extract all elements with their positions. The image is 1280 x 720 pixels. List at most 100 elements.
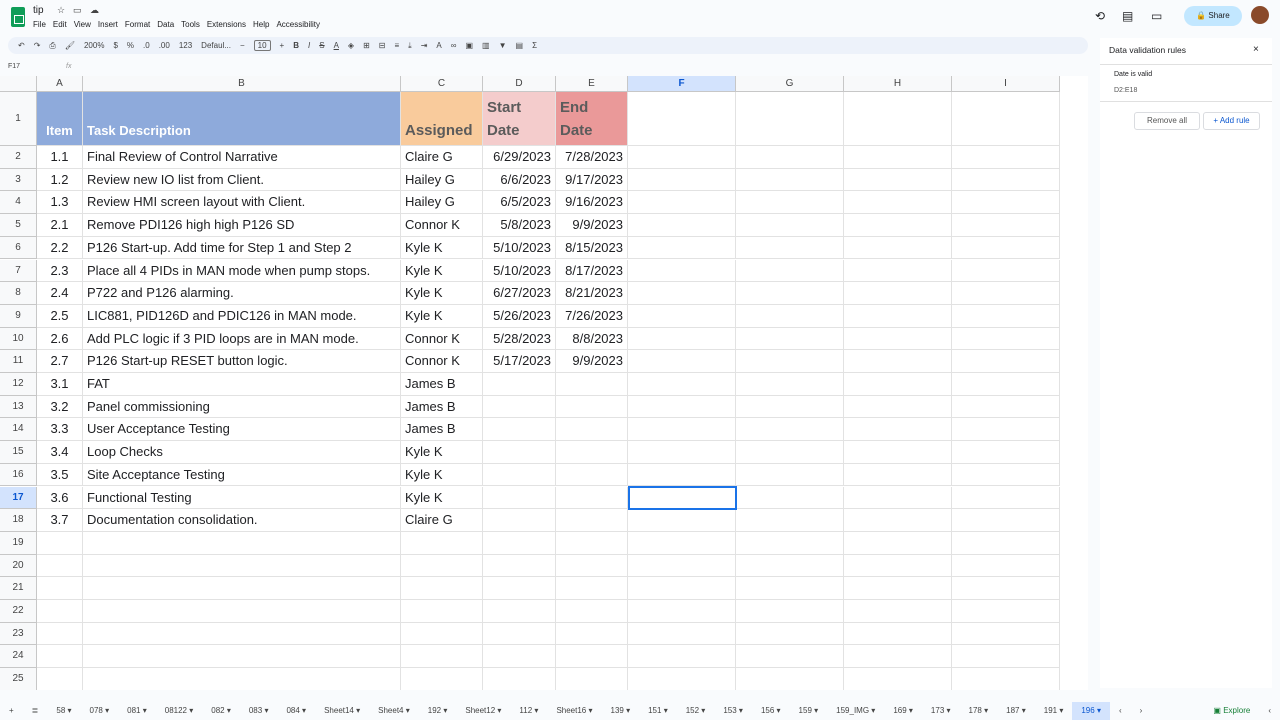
fill-color-icon[interactable]: ◈ xyxy=(348,41,354,50)
comments-icon[interactable]: ▤ xyxy=(1122,9,1133,23)
align-icon[interactable]: ≡ xyxy=(394,41,399,50)
end-date-cell[interactable]: 7/26/2023 xyxy=(556,304,628,328)
empty-cell[interactable] xyxy=(952,600,1060,623)
assigned-cell[interactable]: Connor K xyxy=(401,350,483,373)
header-cell-b[interactable]: Task Description xyxy=(83,92,401,146)
assigned-cell[interactable]: James B xyxy=(401,373,483,396)
spreadsheet-grid[interactable]: A B C D E F G H I 1 2 3 4 5 6 7 8 9 10 11 12 13 14 15 16 17 18 19 20… xyxy=(0,76,1088,690)
task-cell[interactable]: Final Review of Control Narrative xyxy=(83,146,401,169)
header-cell-c[interactable]: Assigned xyxy=(401,92,483,146)
empty-cell[interactable] xyxy=(952,304,1060,328)
explore-button[interactable]: ▣ Explore xyxy=(1204,702,1259,720)
end-date-cell[interactable] xyxy=(556,486,628,510)
empty-cell[interactable] xyxy=(844,622,952,646)
doc-title[interactable]: tip xyxy=(33,5,44,16)
menu-format[interactable]: Format xyxy=(125,20,150,29)
empty-cell[interactable] xyxy=(844,645,952,669)
number-format-button[interactable]: 123 xyxy=(179,41,192,50)
empty-cell[interactable] xyxy=(844,577,952,600)
move-folder-icon[interactable]: ▭ xyxy=(73,5,82,16)
empty-cell[interactable] xyxy=(844,236,952,260)
increase-decimal-button[interactable]: .00 xyxy=(159,41,170,50)
italic-button[interactable]: I xyxy=(308,41,310,50)
empty-cell[interactable] xyxy=(844,486,952,510)
sheet-tab[interactable]: 196 ▾ xyxy=(1072,702,1110,720)
row-header[interactable]: 1 xyxy=(0,92,37,146)
assigned-cell[interactable] xyxy=(401,622,483,646)
start-date-cell[interactable]: 5/10/2023 xyxy=(483,236,556,260)
end-date-cell[interactable] xyxy=(556,600,628,623)
assigned-cell[interactable] xyxy=(401,577,483,600)
menu-data[interactable]: Data xyxy=(157,20,174,29)
link-icon[interactable]: ∞ xyxy=(451,41,457,50)
empty-cell[interactable] xyxy=(628,191,736,215)
empty-cell[interactable] xyxy=(628,373,736,396)
task-cell[interactable]: Documentation consolidation. xyxy=(83,509,401,532)
font-size-decrease[interactable]: − xyxy=(240,41,245,50)
empty-cell[interactable] xyxy=(844,350,952,373)
assigned-cell[interactable]: Hailey G xyxy=(401,191,483,215)
assigned-cell[interactable]: Claire G xyxy=(401,509,483,532)
empty-cell[interactable] xyxy=(736,441,844,464)
item-cell[interactable]: 2.5 xyxy=(37,304,83,328)
end-date-cell[interactable] xyxy=(556,395,628,419)
start-date-cell[interactable] xyxy=(483,577,556,600)
end-date-cell[interactable] xyxy=(556,668,628,690)
empty-cell[interactable] xyxy=(952,327,1060,351)
rotate-icon[interactable]: A xyxy=(436,41,441,50)
empty-cell[interactable] xyxy=(952,577,1060,600)
empty-cell[interactable] xyxy=(736,577,844,600)
empty-cell[interactable] xyxy=(844,668,952,690)
end-date-cell[interactable] xyxy=(556,531,628,555)
empty-cell[interactable] xyxy=(952,418,1060,442)
task-cell[interactable]: Add PLC logic if 3 PID loops are in MAN … xyxy=(83,327,401,351)
share-button[interactable]: 🔒 Share xyxy=(1184,6,1242,26)
paint-format-icon[interactable]: 🖌 xyxy=(65,41,75,50)
empty-cell[interactable] xyxy=(628,214,736,237)
empty-cell[interactable] xyxy=(952,350,1060,373)
empty-cell[interactable] xyxy=(844,554,952,578)
chart-icon[interactable]: ▥ xyxy=(482,41,490,50)
empty-cell[interactable] xyxy=(628,509,736,532)
sheet-tab[interactable]: 159 ▾ xyxy=(790,702,828,720)
filter-icon[interactable]: ▼ xyxy=(499,41,507,50)
empty-cell[interactable] xyxy=(844,441,952,464)
assigned-cell[interactable]: Kyle K xyxy=(401,463,483,487)
start-date-cell[interactable]: 5/26/2023 xyxy=(483,304,556,328)
end-date-cell[interactable] xyxy=(556,463,628,487)
strikethrough-button[interactable]: S xyxy=(319,41,324,50)
column-header-g[interactable]: G xyxy=(736,76,844,92)
empty-cell[interactable] xyxy=(844,418,952,442)
empty-cell[interactable] xyxy=(736,214,844,237)
row-header[interactable]: 25 xyxy=(0,668,37,690)
empty-cell[interactable] xyxy=(628,645,736,669)
end-date-cell[interactable]: 8/15/2023 xyxy=(556,236,628,260)
end-date-cell[interactable] xyxy=(556,441,628,464)
row-header[interactable]: 19 xyxy=(0,531,37,555)
item-cell[interactable] xyxy=(37,622,83,646)
empty-cell[interactable] xyxy=(736,600,844,623)
column-header-h[interactable]: H xyxy=(844,76,952,92)
currency-button[interactable]: $ xyxy=(113,41,117,50)
sheet-tab[interactable]: 152 ▾ xyxy=(677,702,715,720)
empty-cell[interactable] xyxy=(628,327,736,351)
column-header-c[interactable]: C xyxy=(401,76,483,92)
start-date-cell[interactable]: 5/10/2023 xyxy=(483,259,556,283)
row-header[interactable]: 16 xyxy=(0,463,37,487)
empty-cell[interactable] xyxy=(952,146,1060,169)
start-date-cell[interactable]: 6/29/2023 xyxy=(483,146,556,169)
task-cell[interactable]: User Acceptance Testing xyxy=(83,418,401,442)
start-date-cell[interactable]: 5/17/2023 xyxy=(483,350,556,373)
sheet-tab[interactable]: Sheet16 ▾ xyxy=(547,702,601,720)
empty-cell[interactable] xyxy=(628,395,736,419)
empty-cell[interactable] xyxy=(628,168,736,192)
task-cell[interactable] xyxy=(83,668,401,690)
empty-cell[interactable] xyxy=(628,92,736,146)
row-header[interactable]: 18 xyxy=(0,509,37,532)
row-header[interactable]: 4 xyxy=(0,191,37,215)
start-date-cell[interactable] xyxy=(483,441,556,464)
row-header[interactable]: 22 xyxy=(0,600,37,623)
sheet-tab[interactable]: 178 ▾ xyxy=(960,702,998,720)
remove-all-button[interactable]: Remove all xyxy=(1134,112,1200,130)
empty-cell[interactable] xyxy=(736,304,844,328)
